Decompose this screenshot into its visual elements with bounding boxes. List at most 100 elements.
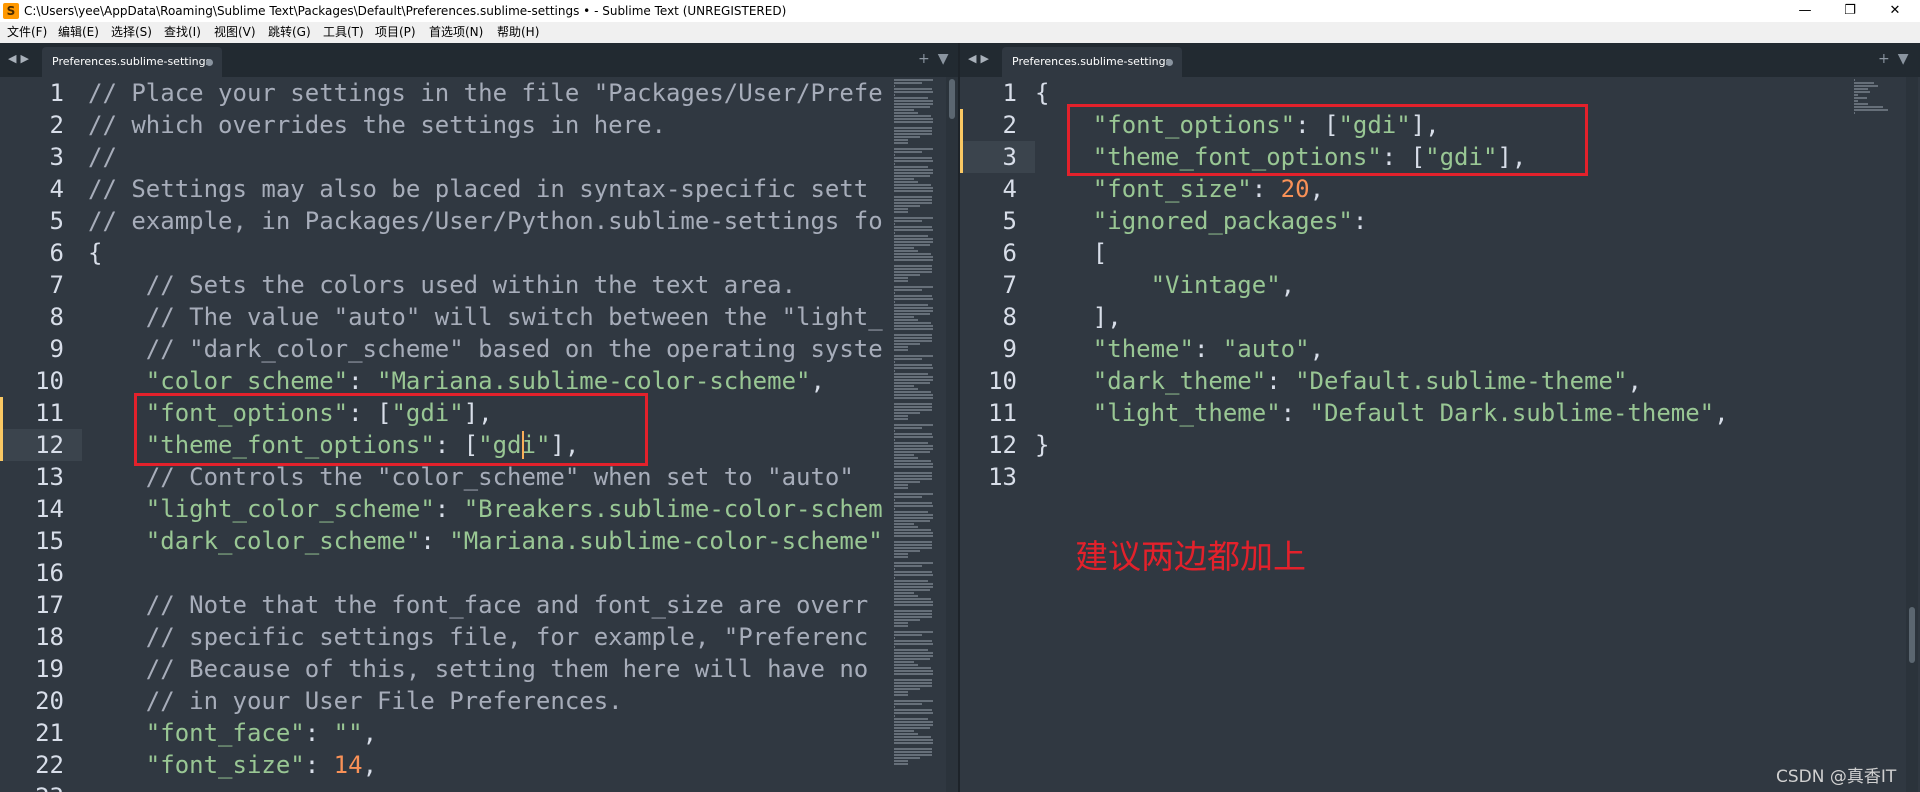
- menu-edit[interactable]: 编辑(E): [58, 22, 99, 43]
- code-line[interactable]: // Sets the colors used within the text …: [88, 269, 796, 301]
- line-number: 1: [49, 79, 64, 107]
- minimap-line: [894, 202, 932, 204]
- code-line[interactable]: // Because of this, setting them here wi…: [88, 653, 868, 685]
- minimap-line: [894, 142, 908, 144]
- menu-find[interactable]: 查找(I): [164, 22, 201, 43]
- line-number: 12: [988, 431, 1017, 459]
- minimap-line: [894, 88, 932, 90]
- menu-preferences[interactable]: 首选项(N): [429, 22, 483, 43]
- minimap-line: [894, 643, 933, 645]
- code-line[interactable]: // "dark_color_scheme" based on the oper…: [88, 333, 883, 365]
- minimap-line: [894, 736, 931, 738]
- tab-tools[interactable]: +▼: [1878, 51, 1917, 67]
- restore-button[interactable]: ❐: [1835, 0, 1865, 22]
- tab-nav-arrows[interactable]: ◀▶: [968, 52, 993, 65]
- nav-left-icon[interactable]: ◀: [968, 52, 980, 65]
- code-line[interactable]: {: [1035, 77, 1049, 109]
- tab-tools[interactable]: +▼: [918, 51, 957, 67]
- minimap-line: [894, 571, 932, 573]
- menu-file[interactable]: 文件(F): [7, 22, 47, 43]
- code-line[interactable]: [: [1035, 237, 1107, 269]
- code-line[interactable]: // The value "auto" will switch between …: [88, 301, 883, 333]
- minimap-line: [894, 91, 933, 93]
- scrollbar-thumb[interactable]: [1909, 607, 1915, 663]
- code-line[interactable]: //: [88, 141, 117, 173]
- minimap-line: [894, 622, 908, 624]
- add-tab-icon[interactable]: +: [1878, 51, 1898, 67]
- menu-project[interactable]: 项目(P): [375, 22, 416, 43]
- tab-menu-icon[interactable]: ▼: [938, 51, 957, 67]
- code-line[interactable]: // Settings may also be placed in syntax…: [88, 173, 868, 205]
- minimap-line: [1854, 88, 1868, 90]
- code-line[interactable]: "font_size": 20,: [1035, 173, 1324, 205]
- minimap-line: [894, 577, 895, 579]
- tab-nav-arrows[interactable]: ◀▶: [8, 52, 33, 65]
- tab-preferences-right[interactable]: Preferences.sublime-settings: [1002, 47, 1182, 77]
- nav-left-icon[interactable]: ◀: [8, 52, 20, 65]
- code-line[interactable]: // Note that the font_face and font_size…: [88, 589, 868, 621]
- menu-goto[interactable]: 跳转(G): [268, 22, 311, 43]
- close-button[interactable]: ✕: [1880, 0, 1910, 22]
- minimap-line: [894, 172, 933, 174]
- minimap-line: [894, 730, 914, 732]
- minimap-line: [894, 346, 908, 348]
- line-number: 11: [35, 399, 64, 427]
- minimap-line: [894, 397, 933, 399]
- minimap[interactable]: [1852, 77, 1904, 792]
- minimap-line: [894, 301, 895, 303]
- code-line[interactable]: // in your User File Preferences.: [88, 685, 623, 717]
- code-line[interactable]: "light_theme": "Default Dark.sublime-the…: [1035, 397, 1729, 429]
- code-line[interactable]: "theme": "auto",: [1035, 333, 1324, 365]
- code-line[interactable]: "dark_theme": "Default.sublime-theme",: [1035, 365, 1642, 397]
- menu-help[interactable]: 帮助(H): [497, 22, 539, 43]
- code-line[interactable]: // Place your settings in the file "Pack…: [88, 77, 883, 109]
- code-line[interactable]: // specific settings file, for example, …: [88, 621, 868, 653]
- code-line[interactable]: {: [88, 237, 102, 269]
- minimap-line: [894, 751, 932, 753]
- minimap[interactable]: [892, 77, 944, 792]
- unsaved-dot-icon[interactable]: [1166, 59, 1173, 66]
- code-line[interactable]: "dark_color_scheme": "Mariana.sublime-co…: [88, 525, 883, 557]
- line-number: 1: [1002, 79, 1017, 107]
- line-number: 17: [35, 591, 64, 619]
- menu-tools[interactable]: 工具(T): [323, 22, 364, 43]
- minimap-line: [894, 250, 918, 252]
- line-number: 5: [49, 207, 64, 235]
- minimap-line: [894, 466, 933, 468]
- nav-right-icon[interactable]: ▶: [20, 52, 32, 65]
- minimap-line: [894, 763, 908, 765]
- code-line[interactable]: "font_face": "",: [88, 717, 377, 749]
- code-line[interactable]: "Vintage",: [1035, 269, 1296, 301]
- minimap-line: [894, 160, 933, 162]
- minimap-line: [894, 232, 895, 234]
- minimap-line: [1854, 91, 1870, 93]
- scrollbar-thumb[interactable]: [949, 79, 955, 119]
- tab-preferences-left[interactable]: Preferences.sublime-settings: [42, 47, 222, 77]
- code-line[interactable]: "ignored_packages":: [1035, 205, 1368, 237]
- minimap-line: [1854, 109, 1888, 111]
- line-number: 13: [988, 463, 1017, 491]
- minimize-button[interactable]: —: [1790, 0, 1820, 22]
- code-line[interactable]: // which overrides the settings in here.: [88, 109, 666, 141]
- code-line[interactable]: ],: [1035, 301, 1122, 333]
- code-area[interactable]: { "font_options": ["gdi"], "theme_font_o…: [1035, 77, 1815, 792]
- code-line[interactable]: "light_color_scheme": "Breakers.sublime-…: [88, 493, 883, 525]
- right-editor-pane[interactable]: 1 2 3 4 5 6 7 8 9 10 11 12 13 { "font_options": ["gd…: [960, 77, 1920, 792]
- menu-selection[interactable]: 选择(S): [111, 22, 152, 43]
- unsaved-dot-icon[interactable]: [206, 59, 213, 66]
- scrollbar[interactable]: [1906, 77, 1918, 792]
- minimap-line: [894, 154, 895, 156]
- code-line[interactable]: "font_size": 14,: [88, 749, 377, 781]
- minimap-line: [894, 313, 930, 315]
- code-line[interactable]: }: [1035, 429, 1049, 461]
- minimap-line: [894, 529, 931, 531]
- scrollbar[interactable]: [946, 77, 958, 792]
- minimap-line: [1854, 106, 1883, 108]
- menu-view[interactable]: 视图(V): [214, 22, 256, 43]
- minimap-line: [894, 688, 920, 690]
- add-tab-icon[interactable]: +: [918, 51, 938, 67]
- minimap-line: [894, 181, 918, 183]
- code-line[interactable]: // example, in Packages/User/Python.subl…: [88, 205, 883, 237]
- tab-menu-icon[interactable]: ▼: [1898, 51, 1917, 67]
- nav-right-icon[interactable]: ▶: [980, 52, 992, 65]
